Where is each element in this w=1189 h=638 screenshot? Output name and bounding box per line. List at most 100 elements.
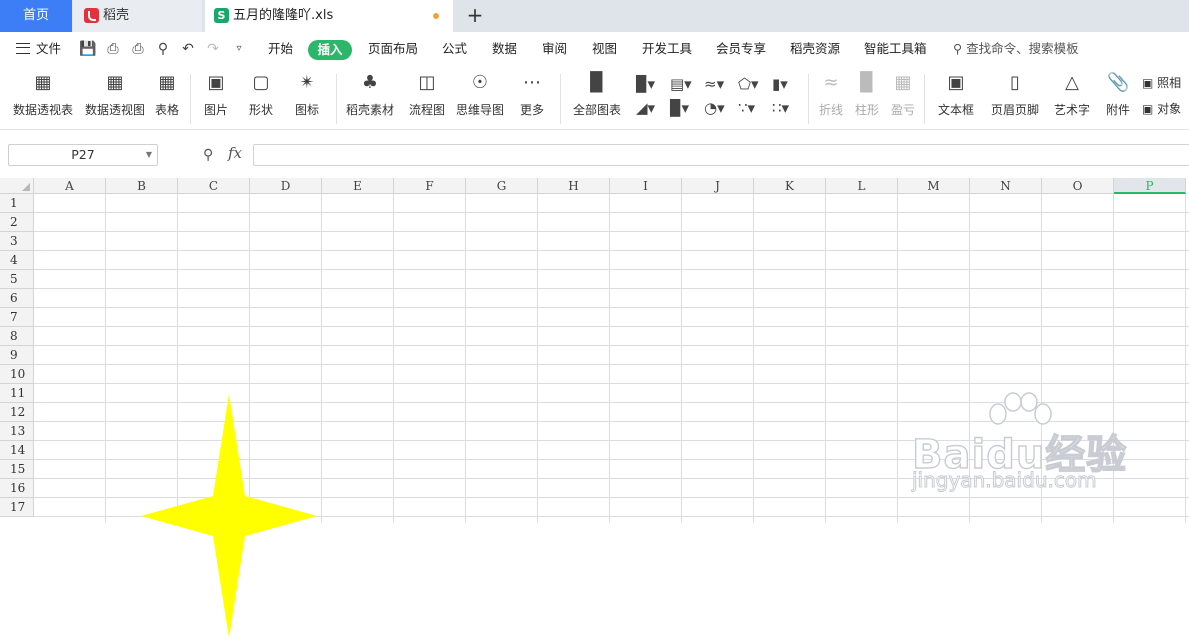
column-header-p[interactable]: P	[1114, 178, 1186, 194]
formula-input[interactable]	[253, 144, 1189, 166]
wordart-button[interactable]: △ 艺术字	[1046, 66, 1098, 130]
customize-dropdown-icon[interactable]: ▿	[231, 42, 247, 56]
all-charts-button[interactable]: ▉ 全部图表	[568, 66, 626, 130]
column-header-m[interactable]: M	[898, 178, 970, 194]
tab-data[interactable]: 数据	[492, 32, 517, 66]
sparkline-line-button[interactable]: ≈ 折线	[814, 66, 848, 130]
tab-docer-label: 稻壳	[103, 8, 130, 23]
row-header-8[interactable]: 8	[0, 327, 34, 346]
tab-docer[interactable]: 稻壳	[73, 0, 202, 32]
row-header-13[interactable]: 13	[0, 422, 34, 441]
row-header-6[interactable]: 6	[0, 289, 34, 308]
row-header-16[interactable]: 16	[0, 479, 34, 498]
more-button[interactable]: ⋯ 更多	[512, 66, 552, 130]
flowchart-button[interactable]: ◫ 流程图	[404, 66, 450, 130]
area-chart-icon[interactable]: ◢▾	[636, 98, 662, 118]
print-preview-icon[interactable]: ⚲	[155, 42, 171, 56]
camera-button[interactable]: ▣ 照相	[1142, 74, 1189, 94]
stock-chart-icon[interactable]: ▮▾	[772, 74, 798, 94]
mindmap-icon: ☉	[471, 72, 489, 93]
tab-review[interactable]: 审阅	[542, 32, 567, 66]
row-header-3[interactable]: 3	[0, 232, 34, 251]
column-chart-icon[interactable]: ▉▾	[636, 74, 662, 94]
tab-start[interactable]: 开始	[268, 32, 293, 66]
unsaved-dot-icon	[433, 13, 439, 19]
picture-button[interactable]: ▣ 图片	[196, 66, 236, 130]
tab-developer[interactable]: 开发工具	[642, 32, 692, 66]
tab-docer-resources[interactable]: 稻壳资源	[790, 32, 840, 66]
header-footer-button[interactable]: ▯ 页眉页脚	[988, 66, 1042, 130]
bubble-chart-icon[interactable]: ∷▾	[772, 98, 798, 118]
tab-home[interactable]: 首页	[0, 0, 72, 32]
save-icon[interactable]: 💾	[79, 42, 96, 56]
tab-insert[interactable]: 插入	[308, 40, 352, 60]
pivot-chart-button[interactable]: ▦ 数据透视图	[82, 66, 148, 130]
print-icon[interactable]: ⎙	[130, 42, 146, 56]
tab-member[interactable]: 会员专享	[716, 32, 766, 66]
row-header-4[interactable]: 4	[0, 251, 34, 270]
row-header-15[interactable]: 15	[0, 460, 34, 479]
new-tab-button[interactable]: +	[463, 4, 487, 28]
line-chart-icon[interactable]: ≈▾	[704, 74, 730, 94]
column-header-c[interactable]: C	[178, 178, 250, 194]
column-header-b[interactable]: B	[106, 178, 178, 194]
zoom-icon[interactable]: ⚲	[203, 147, 213, 163]
row-header-12[interactable]: 12	[0, 403, 34, 422]
material-icon: ♣	[361, 72, 379, 93]
radar-chart-icon[interactable]: ⬠▾	[738, 74, 764, 94]
command-search[interactable]: ⚲ 查找命令、搜索模板	[953, 32, 1079, 66]
sparkline-column-button[interactable]: ▉ 柱形	[850, 66, 884, 130]
row-header-5[interactable]: 5	[0, 270, 34, 289]
column-header-o[interactable]: O	[1042, 178, 1114, 194]
name-box[interactable]: P27 ▼	[8, 144, 158, 166]
ribbon-divider	[924, 74, 925, 124]
object-button[interactable]: ▣ 对象	[1142, 100, 1189, 120]
tab-view[interactable]: 视图	[592, 32, 617, 66]
select-all-corner[interactable]	[0, 178, 34, 194]
row-header-2[interactable]: 2	[0, 213, 34, 232]
column-header-h[interactable]: H	[538, 178, 610, 194]
column-header-d[interactable]: D	[250, 178, 322, 194]
bar-chart-h-icon[interactable]: ▤▾	[670, 74, 696, 94]
row-header-10[interactable]: 10	[0, 365, 34, 384]
file-menu-button[interactable]: 文件	[36, 32, 61, 66]
scatter-chart-icon[interactable]: ∵▾	[738, 98, 764, 118]
column-header-g[interactable]: G	[466, 178, 538, 194]
tab-formulas[interactable]: 公式	[442, 32, 467, 66]
row-header-1[interactable]: 1	[0, 194, 34, 213]
pie-chart-icon[interactable]: ◔▾	[704, 98, 730, 118]
column-header-k[interactable]: K	[754, 178, 826, 194]
hamburger-icon[interactable]	[16, 43, 30, 54]
row-header-7[interactable]: 7	[0, 308, 34, 327]
export-pdf-icon[interactable]: ⎙	[105, 42, 121, 56]
textbox-button[interactable]: ▣ 文本框	[930, 66, 982, 130]
column-header-e[interactable]: E	[322, 178, 394, 194]
column-header-i[interactable]: I	[610, 178, 682, 194]
column-header-a[interactable]: A	[34, 178, 106, 194]
four-point-star-shape[interactable]	[141, 394, 317, 638]
tab-page-layout[interactable]: 页面布局	[368, 32, 418, 66]
shape-button[interactable]: ▢ 形状	[240, 66, 282, 130]
column-header-n[interactable]: N	[970, 178, 1042, 194]
row-header-11[interactable]: 11	[0, 384, 34, 403]
combo-chart-icon[interactable]: ▉▾	[670, 98, 696, 118]
fx-icon[interactable]: fx	[228, 144, 242, 162]
monitor-icon[interactable]	[410, 11, 422, 20]
column-header-j[interactable]: J	[682, 178, 754, 194]
tab-smart-toolbox[interactable]: 智能工具箱	[864, 32, 927, 66]
row-header-17[interactable]: 17	[0, 498, 34, 517]
sparkline-winloss-button[interactable]: ▦ 盈亏	[886, 66, 920, 130]
docer-material-button[interactable]: ♣ 稻壳素材	[344, 66, 396, 130]
column-header-f[interactable]: F	[394, 178, 466, 194]
pivot-table-button[interactable]: ▦ 数据透视表	[10, 66, 76, 130]
attachment-button[interactable]: 📎 附件	[1102, 66, 1134, 130]
row-header-14[interactable]: 14	[0, 441, 34, 460]
mindmap-button[interactable]: ☉ 思维导图	[454, 66, 506, 130]
row-header-9[interactable]: 9	[0, 346, 34, 365]
undo-icon[interactable]: ↶	[180, 42, 196, 56]
icon-library-button[interactable]: ✴ 图标	[286, 66, 328, 130]
redo-icon[interactable]: ↷	[205, 42, 221, 56]
ribbon-divider	[560, 74, 561, 124]
column-header-l[interactable]: L	[826, 178, 898, 194]
table-button[interactable]: ▦ 表格	[150, 66, 184, 130]
